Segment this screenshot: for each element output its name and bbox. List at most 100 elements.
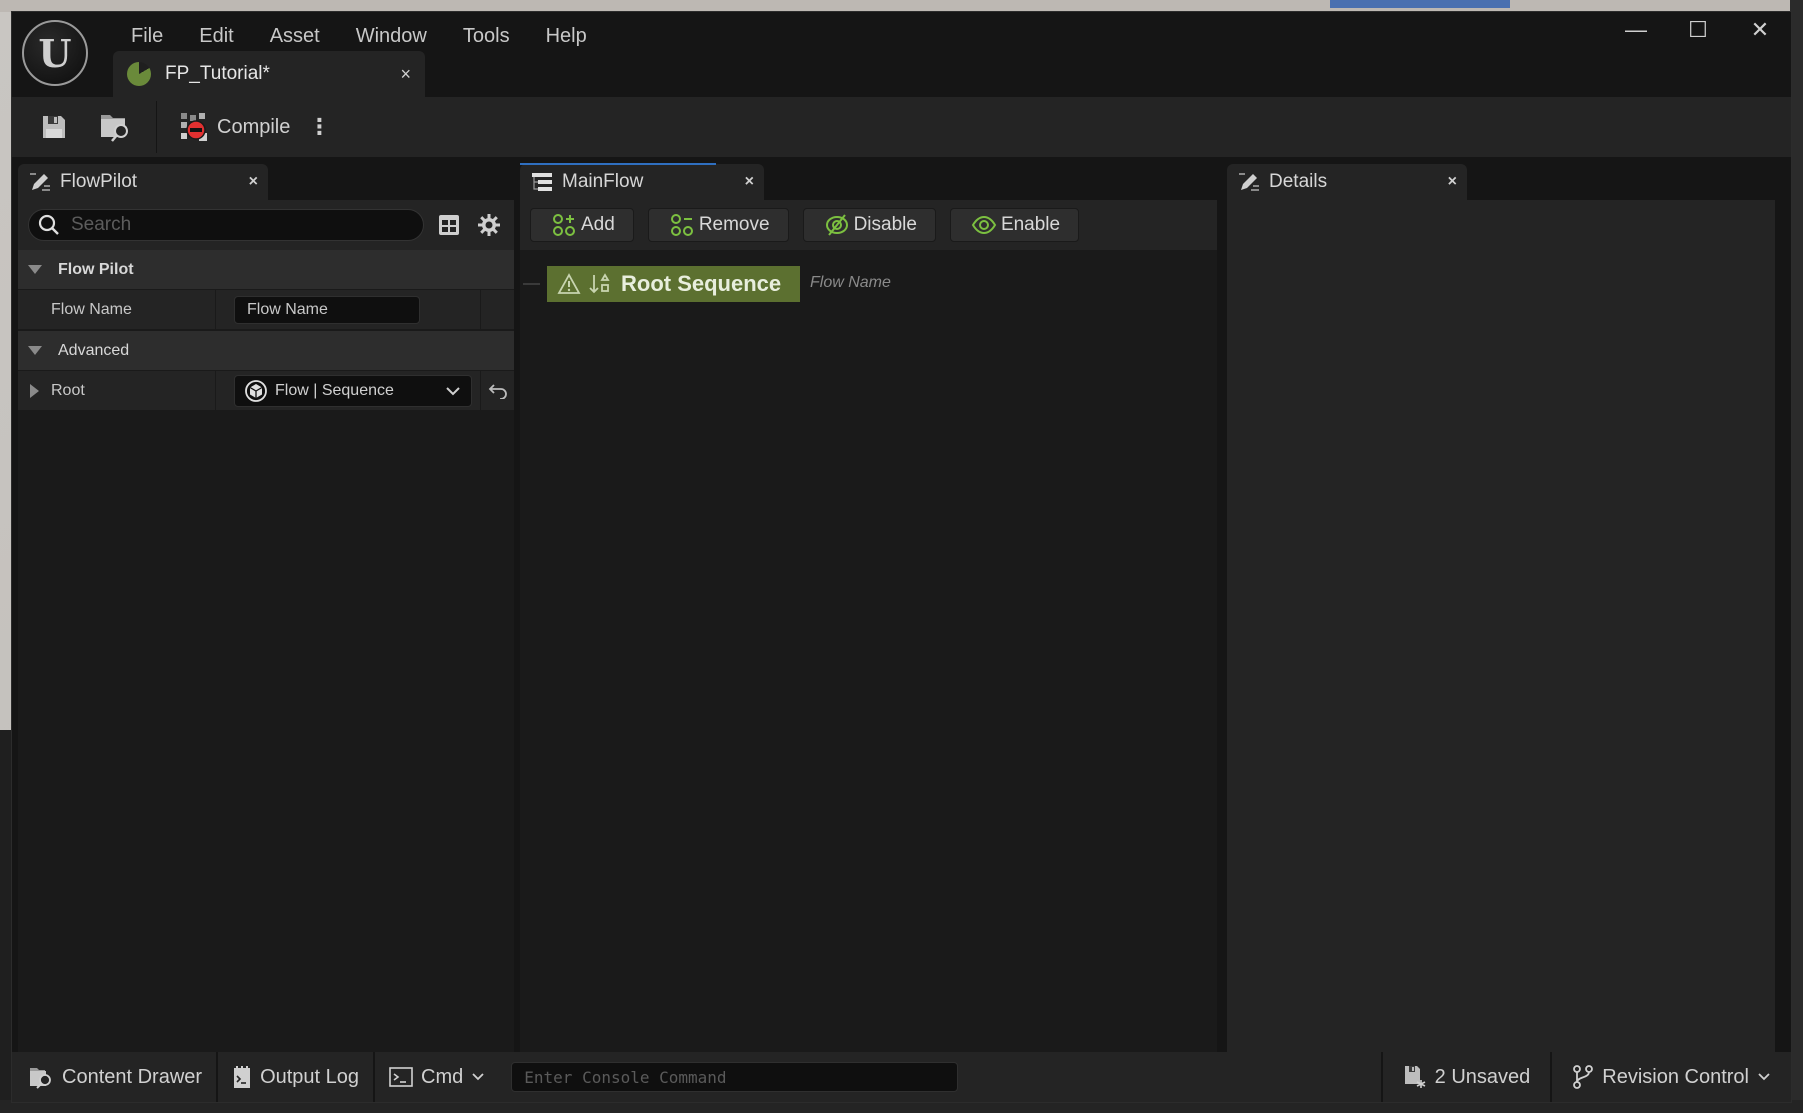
expand-arrow-icon (28, 265, 42, 274)
property-row-flow-name: Flow Name Flow Name (18, 290, 514, 330)
eye-off-icon (825, 214, 848, 236)
active-tab-indicator (520, 163, 716, 165)
chevron-down-icon (1758, 1073, 1770, 1081)
table-icon (439, 215, 459, 235)
document-tab-title: FP_Tutorial* (165, 63, 270, 84)
close-mainflow-tab-button[interactable]: × (745, 173, 754, 191)
tab-flowpilot[interactable]: FlowPilot × (18, 164, 268, 200)
tab-mainflow[interactable]: MainFlow × (520, 164, 764, 200)
root-sequence-node[interactable]: Root Sequence (547, 266, 800, 302)
property-value: Flow Name (216, 290, 481, 329)
asset-icon (127, 62, 151, 86)
menu-help[interactable]: Help (528, 18, 605, 54)
desktop-blue-bar (1330, 0, 1510, 8)
terminal-icon (389, 1067, 413, 1087)
search-row (18, 200, 514, 250)
category-advanced[interactable]: Advanced (18, 331, 514, 371)
editor-window: U File Edit Asset Window Tools Help — ☐ … (11, 11, 1792, 1103)
cmd-selector[interactable]: Cmd (375, 1052, 499, 1102)
root-node-label: Root Sequence (621, 271, 782, 296)
expand-right-arrow-icon[interactable] (30, 383, 39, 398)
minimize-button[interactable]: — (1605, 12, 1667, 48)
root-type-dropdown[interactable]: Flow | Sequence (234, 374, 472, 407)
enable-button[interactable]: Enable (949, 208, 1080, 242)
menu-bar: File Edit Asset Window Tools Help (113, 18, 605, 54)
output-log-button[interactable]: Output Log (218, 1052, 376, 1102)
menu-file[interactable]: File (113, 18, 181, 54)
unsaved-button[interactable]: 2 Unsaved (1383, 1052, 1553, 1102)
details-panel (1227, 200, 1775, 1052)
property-extra (481, 290, 514, 329)
search-icon (38, 214, 59, 235)
compile-button[interactable]: Compile (179, 111, 290, 143)
remove-label: Remove (698, 214, 770, 235)
save-button[interactable] (34, 107, 74, 147)
close-flowpilot-tab-button[interactable]: × (249, 173, 258, 191)
reset-arrow-icon (488, 383, 507, 399)
settings-button[interactable] (474, 210, 504, 240)
mainflow-panel: Add Remove Disable Enable Root Sequence … (520, 200, 1217, 1052)
chevron-down-icon (472, 1073, 484, 1081)
table-view-button[interactable] (434, 210, 464, 240)
flow-name-field[interactable]: Flow Name (234, 295, 420, 324)
edit-details-icon (1239, 173, 1259, 191)
eye-icon (971, 215, 997, 235)
category-label: Advanced (58, 341, 130, 359)
window-controls: — ☐ ✕ (1605, 12, 1791, 48)
category-label: Flow Pilot (58, 260, 134, 278)
revision-control-button[interactable]: Revision Control (1552, 1052, 1791, 1102)
remove-node-icon (670, 214, 693, 236)
chevron-down-icon (446, 386, 460, 395)
cmd-label: Cmd (421, 1065, 464, 1088)
close-document-tab-button[interactable]: × (400, 64, 411, 85)
branch-icon (1573, 1065, 1594, 1089)
property-name-root[interactable]: Root (18, 371, 216, 410)
revision-control-label: Revision Control (1602, 1065, 1749, 1088)
save-icon (43, 116, 65, 138)
menu-tools[interactable]: Tools (445, 18, 528, 54)
disable-button[interactable]: Disable (802, 208, 936, 242)
mainflow-tab-label: MainFlow (562, 171, 644, 192)
main-toolbar: Compile ⋮ (12, 97, 1791, 157)
more-options-button[interactable]: ⋮ (308, 114, 330, 140)
close-details-tab-button[interactable]: × (1448, 173, 1457, 191)
property-name: Root (51, 381, 85, 399)
content-drawer-label: Content Drawer (62, 1065, 203, 1088)
dropdown-value: Flow | Sequence (275, 381, 394, 399)
menu-window[interactable]: Window (338, 18, 445, 54)
document-tab[interactable]: FP_Tutorial* × (113, 51, 425, 97)
console-input[interactable] (524, 1067, 946, 1087)
maximize-button[interactable]: ☐ (1667, 12, 1729, 48)
toolbar-separator (156, 101, 157, 153)
root-node-description: Flow Name (810, 274, 891, 291)
search-input[interactable] (71, 214, 391, 236)
category-flow-pilot[interactable]: Flow Pilot (18, 250, 514, 290)
menu-edit[interactable]: Edit (181, 18, 251, 54)
folder-search-icon (30, 1068, 51, 1089)
enable-label: Enable (1000, 214, 1061, 235)
tree-list-icon (532, 173, 552, 191)
flowpilot-panel: Flow Pilot Flow Name Flow Name Advanced … (18, 200, 514, 1052)
tab-details[interactable]: Details × (1227, 164, 1467, 200)
mainflow-toolbar: Add Remove Disable Enable (520, 200, 1217, 250)
content-drawer-button[interactable]: Content Drawer (12, 1052, 219, 1102)
console-command-box[interactable] (511, 1062, 959, 1092)
browse-button[interactable] (96, 107, 136, 147)
close-window-button[interactable]: ✕ (1729, 12, 1791, 48)
property-row-root: Root Flow | Sequence (18, 371, 514, 411)
property-name: Flow Name (18, 290, 216, 329)
search-box[interactable] (28, 209, 424, 241)
reset-to-default-button[interactable] (481, 371, 514, 410)
property-value: Flow | Sequence (216, 371, 481, 410)
remove-button[interactable]: Remove (647, 208, 789, 242)
menu-asset[interactable]: Asset (252, 18, 338, 54)
flowpilot-tab-label: FlowPilot (60, 171, 138, 192)
add-node-icon (553, 214, 575, 236)
status-bar: Content Drawer Output Log Cmd 2 Unsaved … (12, 1052, 1791, 1102)
compile-error-icon (181, 113, 207, 141)
expand-arrow-icon (28, 346, 42, 355)
add-button[interactable]: Add (530, 208, 634, 242)
unreal-logo-icon[interactable]: U (22, 20, 88, 86)
output-log-label: Output Log (260, 1065, 360, 1088)
compile-label: Compile (217, 115, 291, 138)
